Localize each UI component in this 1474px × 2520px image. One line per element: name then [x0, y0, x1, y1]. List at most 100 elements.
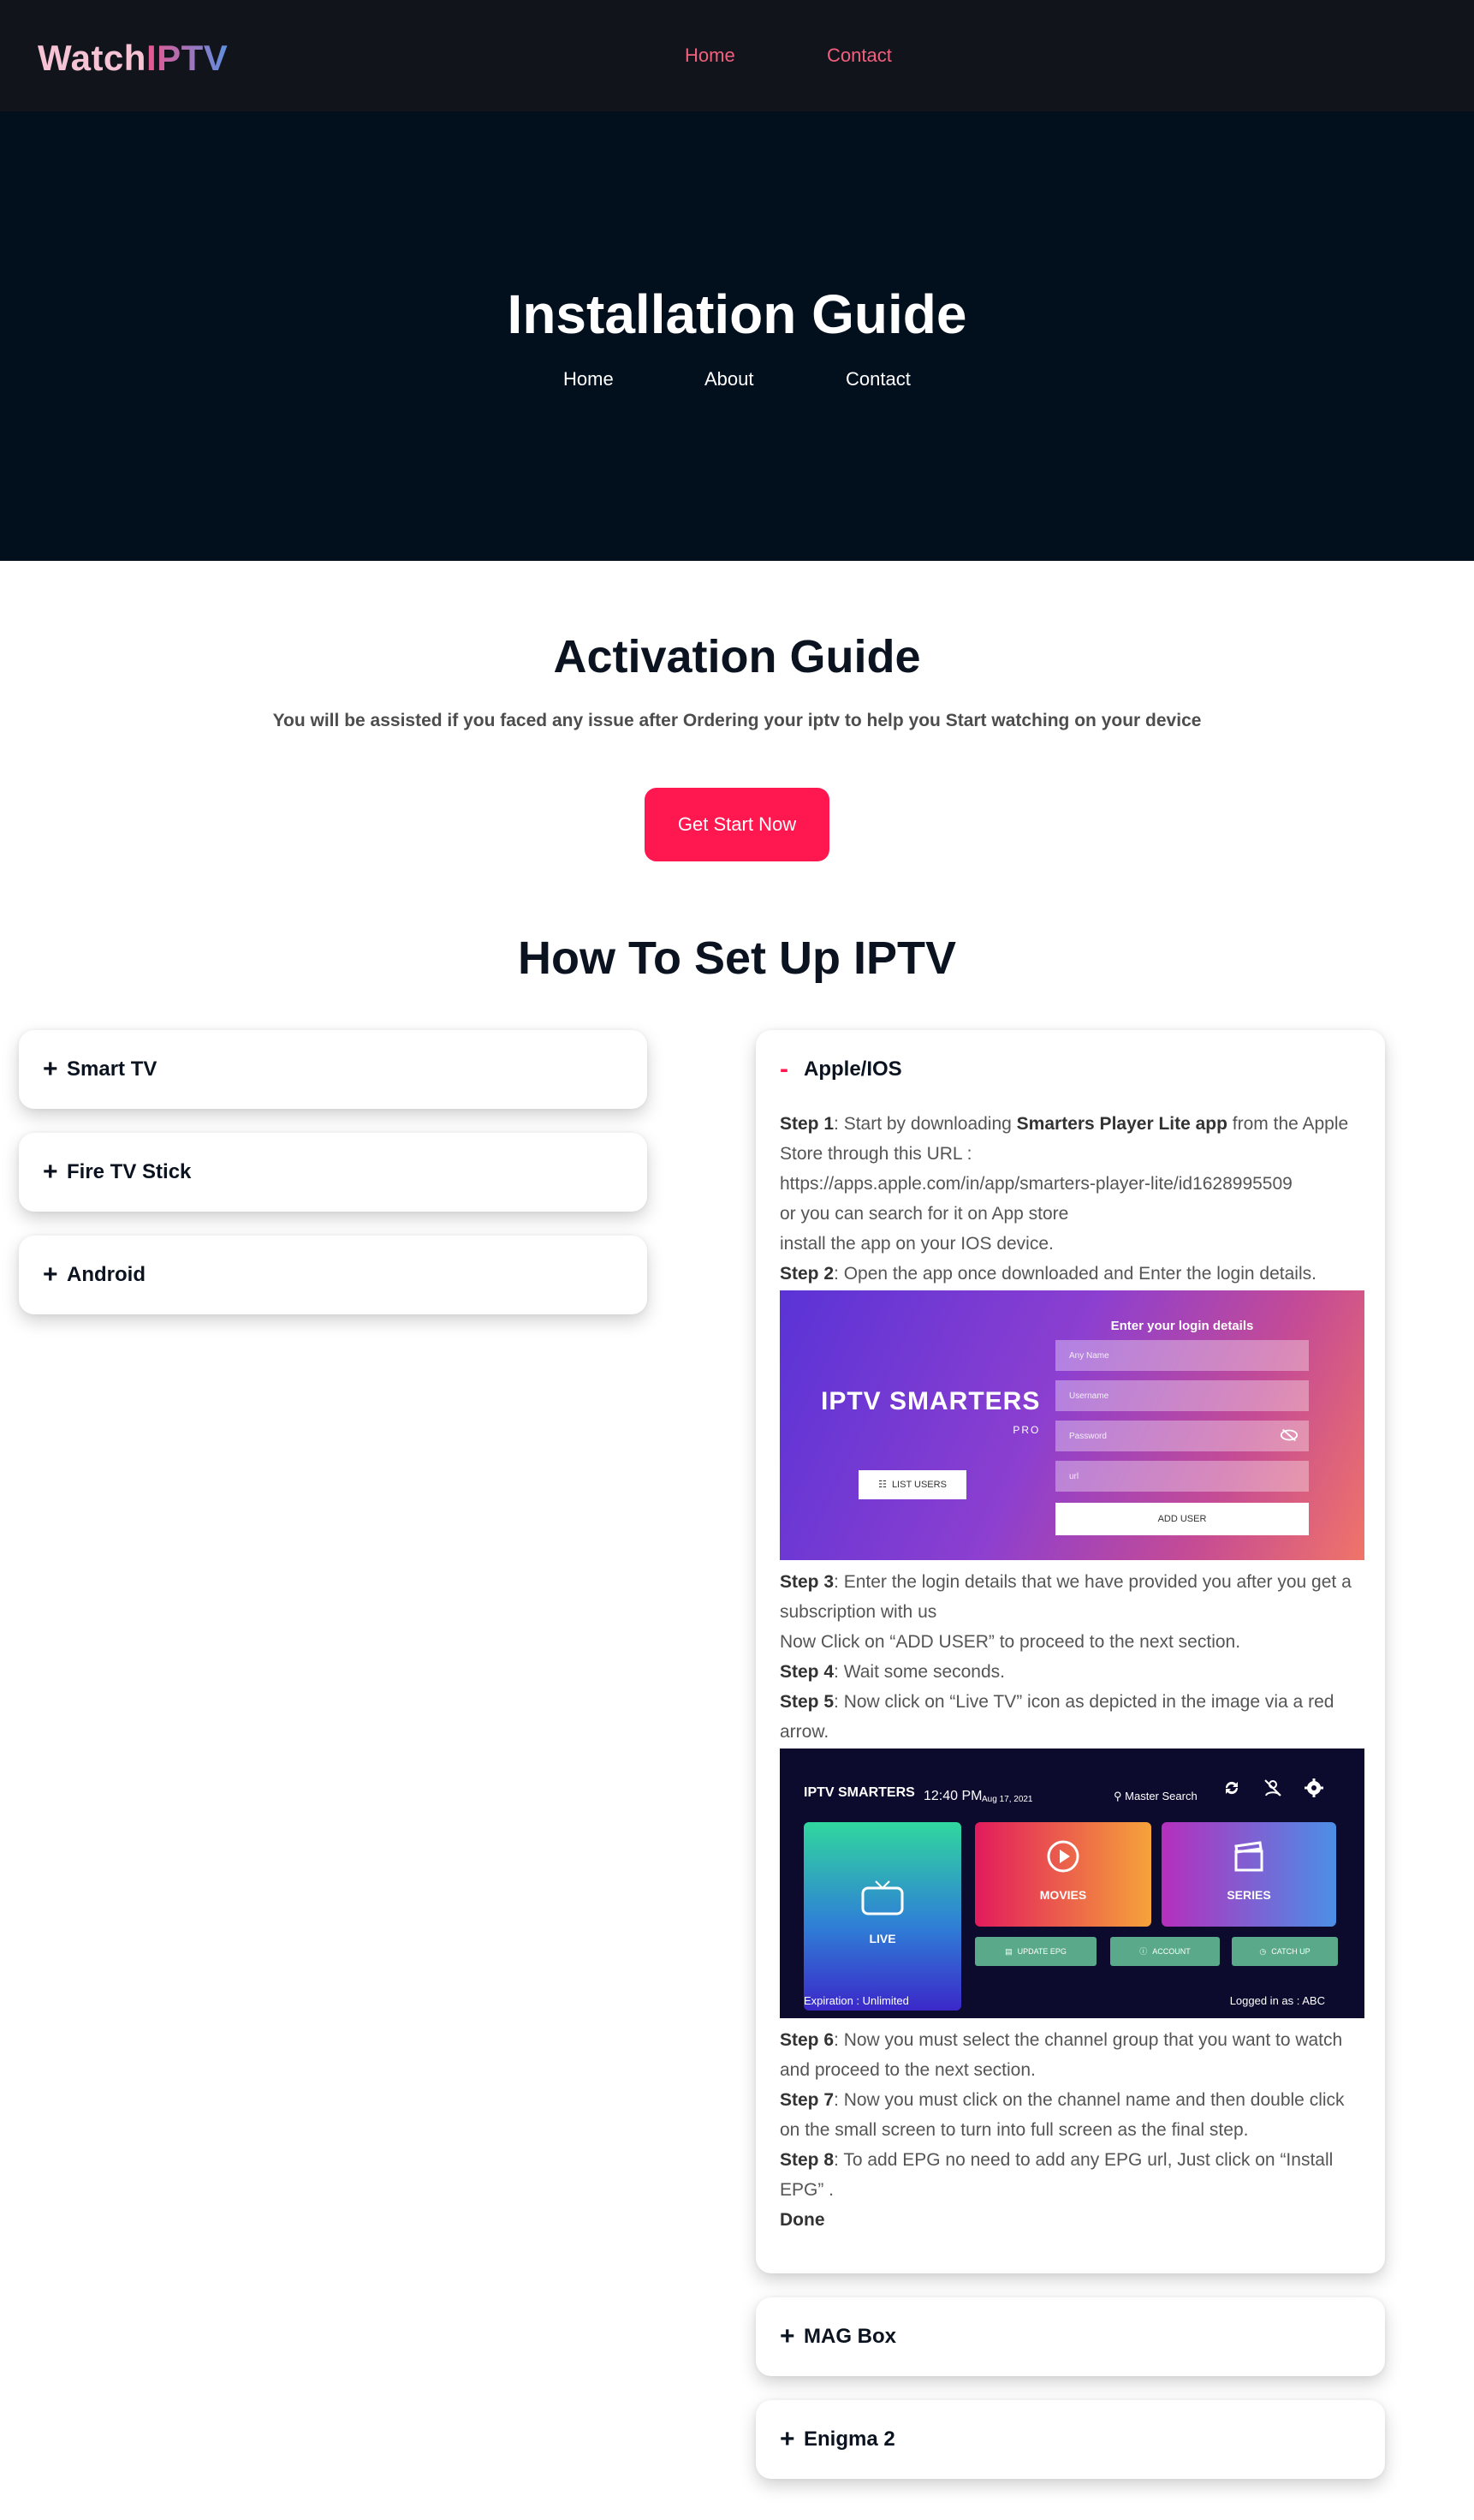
password-placeholder: Password	[1069, 1431, 1107, 1441]
search-icon: ⚲	[1114, 1790, 1122, 1802]
step-text: : To add EPG no need to add any EPG url,…	[780, 2150, 1334, 2200]
breadcrumb-home[interactable]: Home	[563, 368, 614, 390]
plus-icon: +	[43, 1260, 58, 1289]
live-label: LIVE	[869, 1931, 896, 1945]
gear-icon	[1305, 1778, 1323, 1797]
series-tile: SERIES	[1162, 1822, 1336, 1927]
done-label: Done	[780, 2210, 825, 2230]
accordion-header[interactable]: + Enigma 2	[780, 2400, 895, 2479]
username-field: Username	[1055, 1380, 1309, 1411]
plus-icon: +	[780, 2425, 795, 2453]
series-label: SERIES	[1227, 1887, 1271, 1902]
info-icon: ⓘ	[1139, 1946, 1148, 1956]
step-5: Step 5: Now click on “Live TV” icon as d…	[780, 1687, 1364, 1747]
brand-text: IPTV SMARTERS	[821, 1387, 1041, 1415]
plus-icon: +	[43, 1158, 58, 1186]
get-start-button[interactable]: Get Start Now	[645, 788, 829, 861]
tv-icon	[861, 1880, 904, 1915]
update-epg-label: UPDATE EPG	[1017, 1946, 1067, 1956]
accordion-apple-ios: - Apple/IOS Step 1: Start by downloading…	[756, 1030, 1385, 2273]
smarters-logo: IPTV SMARTERS PRO	[821, 1386, 1041, 1436]
click-add-user-text: Now Click on “ADD USER” to proceed to th…	[780, 1632, 1241, 1652]
logo-text-iptv: IPTV	[146, 38, 229, 78]
accordion-title: Apple/IOS	[804, 1057, 902, 1081]
accordion-title: MAG Box	[804, 2325, 896, 2348]
smarters-logo: IPTV SMARTERS	[804, 1785, 915, 1800]
add-user-button: ADD USER	[1055, 1503, 1309, 1535]
update-epg-button: ▤ UPDATE EPG	[975, 1937, 1097, 1966]
eye-off-icon	[1280, 1428, 1299, 1442]
clock-date: Aug 17, 2021	[982, 1795, 1033, 1804]
accordion-header[interactable]: + Android	[43, 1236, 146, 1314]
search-label: Master Search	[1125, 1790, 1198, 1802]
play-icon	[1047, 1840, 1079, 1872]
step-text: : Wait some seconds.	[834, 1662, 1005, 1682]
breadcrumb-contact[interactable]: Contact	[846, 368, 911, 390]
accordion-title: Enigma 2	[804, 2428, 895, 2451]
logged-in-text: Logged in as : ABC	[1229, 1994, 1325, 2007]
install-text: install the app on your IOS device.	[780, 1234, 1054, 1254]
refresh-icon	[1225, 1781, 1239, 1795]
step-label: Step 4	[780, 1662, 835, 1682]
accordion-title: Android	[67, 1263, 146, 1286]
plus-icon: +	[43, 1055, 58, 1083]
activation-title: Activation Guide	[553, 631, 921, 682]
url-field: url	[1055, 1461, 1309, 1492]
clock-time: 12:40 PM	[924, 1789, 983, 1803]
breadcrumb-about[interactable]: About	[704, 368, 754, 390]
step-label: Step 8	[780, 2150, 835, 2170]
nav-link-contact[interactable]: Contact	[827, 45, 892, 67]
top-navbar: WatchIPTV Home Contact	[0, 0, 1474, 111]
accordion-title: Smart TV	[67, 1057, 158, 1081]
accordion-content: Step 1: Start by downloading Smarters Pl…	[780, 1109, 1364, 2235]
alt-search-text: or you can search for it on App store	[780, 1204, 1069, 1224]
step-label: Step 7	[780, 2090, 835, 2110]
page-title: Installation Guide	[507, 283, 967, 345]
movies-label: MOVIES	[1039, 1887, 1087, 1902]
profile-switch-icon	[1264, 1779, 1281, 1796]
app-name: Smarters Player Lite app	[1016, 1114, 1227, 1134]
step-text: : Enter the login details that we have p…	[780, 1572, 1352, 1622]
accordion-mag-box[interactable]: + MAG Box	[756, 2297, 1385, 2376]
any-name-field: Any Name	[1055, 1340, 1309, 1371]
expiration-text: Expiration : Unlimited	[804, 1994, 909, 2007]
step-text: : Open the app once downloaded and Enter…	[834, 1264, 1316, 1284]
accordion-title: Fire TV Stick	[67, 1160, 192, 1183]
site-logo[interactable]: WatchIPTV	[38, 38, 228, 79]
step-label: Step 6	[780, 2030, 835, 2050]
logo-text-watch: Watch	[38, 38, 146, 78]
clock-icon: ◷	[1259, 1946, 1267, 1956]
step-7: Step 7: Now you must click on the channe…	[780, 2085, 1364, 2145]
home-screen-image: IPTV SMARTERS 12:40 PM Aug 17, 2021 ⚲ Ma…	[780, 1749, 1364, 2018]
app-store-url: https://apps.apple.com/in/app/smarters-p…	[780, 1174, 1293, 1194]
step-3: Step 3: Enter the login details that we …	[780, 1567, 1364, 1627]
master-search: ⚲ Master Search	[1114, 1781, 1198, 1811]
catch-up-button: ◷ CATCH UP	[1232, 1937, 1338, 1966]
list-users-label: LIST USERS	[891, 1479, 947, 1490]
accordion-header[interactable]: - Apple/IOS	[780, 1030, 902, 1109]
activation-subtitle: You will be assisted if you faced any is…	[272, 711, 1202, 730]
step-6: Step 6: Now you must select the channel …	[780, 2025, 1364, 2085]
login-screen-image: IPTV SMARTERS PRO ☷ LIST USERS Enter your …	[780, 1290, 1364, 1560]
step-text: : Now you must click on the channel name…	[780, 2090, 1345, 2140]
step-8: Step 8: To add EPG no need to add any EP…	[780, 2145, 1364, 2205]
account-button: ⓘ ACCOUNT	[1110, 1937, 1220, 1966]
accordion-header[interactable]: + Smart TV	[43, 1030, 157, 1109]
accordion-android[interactable]: + Android	[19, 1236, 647, 1314]
accordion-fire-tv-stick[interactable]: + Fire TV Stick	[19, 1133, 647, 1212]
nav-link-home[interactable]: Home	[685, 45, 735, 67]
minus-icon: -	[780, 1055, 788, 1083]
book-icon: ▤	[1005, 1946, 1013, 1956]
accordion-header[interactable]: + Fire TV Stick	[43, 1133, 191, 1212]
accordion-header[interactable]: + MAG Box	[780, 2297, 896, 2376]
account-label: ACCOUNT	[1152, 1946, 1191, 1956]
step-text: : Start by downloading	[834, 1114, 1017, 1134]
accordion-enigma-2[interactable]: + Enigma 2	[756, 2400, 1385, 2479]
step-1: Step 1: Start by downloading Smarters Pl…	[780, 1109, 1364, 1169]
movies-tile: MOVIES	[975, 1822, 1151, 1927]
setup-title: How To Set Up IPTV	[518, 932, 956, 984]
accordion-smart-tv[interactable]: + Smart TV	[19, 1030, 647, 1109]
step-label: Step 5	[780, 1692, 835, 1712]
login-heading: Enter your login details	[1110, 1319, 1254, 1333]
step-label: Step 1	[780, 1114, 835, 1134]
